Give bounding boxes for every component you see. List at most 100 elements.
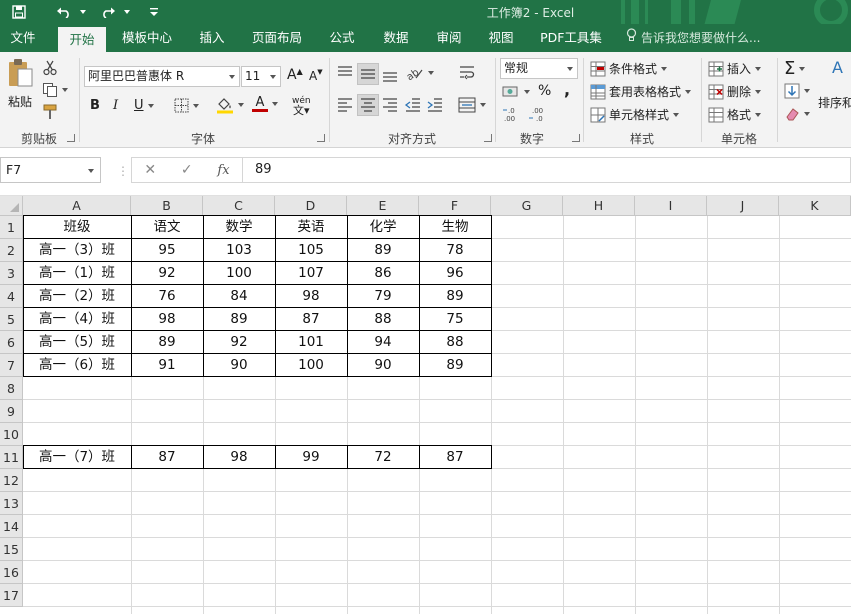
- row-header-7[interactable]: 7: [0, 354, 23, 377]
- font-name-select[interactable]: 阿里巴巴普惠体 R: [84, 66, 240, 87]
- cell[interactable]: 79: [347, 285, 419, 308]
- align-top-icon[interactable]: [336, 65, 354, 81]
- shrink-font-button[interactable]: A ▼: [309, 68, 323, 83]
- cell[interactable]: 高一（7）班: [23, 446, 131, 469]
- cell[interactable]: 101: [275, 331, 347, 354]
- clear-button[interactable]: [784, 106, 810, 122]
- cell[interactable]: 数学: [203, 216, 275, 239]
- cell[interactable]: 班级: [23, 216, 131, 239]
- cut-icon[interactable]: [42, 60, 58, 76]
- cell[interactable]: 100: [203, 262, 275, 285]
- cell[interactable]: 英语: [275, 216, 347, 239]
- row-header-5[interactable]: 5: [0, 308, 23, 331]
- cell[interactable]: 94: [347, 331, 419, 354]
- row-header-6[interactable]: 6: [0, 331, 23, 354]
- cell[interactable]: 107: [275, 262, 347, 285]
- percent-button[interactable]: %: [538, 83, 551, 99]
- cell[interactable]: 96: [419, 262, 491, 285]
- cell[interactable]: 84: [203, 285, 275, 308]
- format-painter-icon[interactable]: [42, 104, 58, 120]
- cell[interactable]: 103: [203, 239, 275, 262]
- format-as-table-button[interactable]: 套用表格格式: [590, 83, 692, 100]
- cancel-icon[interactable]: ✕: [144, 162, 156, 178]
- align-bottom-icon[interactable]: [381, 67, 399, 83]
- font-launcher[interactable]: [317, 134, 325, 142]
- cell[interactable]: 72: [347, 446, 419, 469]
- cell[interactable]: 88: [347, 308, 419, 331]
- delete-cells-button[interactable]: 删除: [708, 83, 762, 100]
- row-header-15[interactable]: 15: [0, 538, 23, 561]
- sort-filter-icon[interactable]: A: [832, 58, 843, 77]
- row-header-14[interactable]: 14: [0, 515, 23, 538]
- cell-styles-button[interactable]: 单元格样式: [590, 106, 680, 123]
- row-header-8[interactable]: 8: [0, 377, 23, 400]
- decrease-decimal-icon[interactable]: .00.0: [528, 106, 550, 122]
- column-header-i[interactable]: I: [635, 196, 707, 216]
- align-left-icon[interactable]: [336, 97, 354, 113]
- borders-button[interactable]: [174, 98, 199, 113]
- comma-button[interactable]: ,: [564, 80, 570, 99]
- cell[interactable]: 高一（6）班: [23, 354, 131, 377]
- cell[interactable]: 78: [419, 239, 491, 262]
- cell[interactable]: 98: [203, 446, 275, 469]
- tell-me-search[interactable]: 告诉我您想要做什么...: [626, 24, 760, 52]
- decrease-indent-icon[interactable]: [404, 97, 422, 113]
- tab-home[interactable]: 开始: [58, 27, 106, 52]
- cell[interactable]: 89: [419, 285, 491, 308]
- cell[interactable]: 89: [131, 331, 203, 354]
- tab-template-center[interactable]: 模板中心: [114, 24, 180, 52]
- enter-icon[interactable]: ✓: [181, 162, 193, 178]
- cell[interactable]: 76: [131, 285, 203, 308]
- merge-center-icon[interactable]: [458, 97, 486, 113]
- conditional-format-button[interactable]: 条件格式: [590, 60, 668, 77]
- paste-button[interactable]: 粘贴: [4, 58, 36, 114]
- column-header-g[interactable]: G: [491, 196, 563, 216]
- tab-review[interactable]: 审阅: [427, 24, 471, 52]
- row-header-4[interactable]: 4: [0, 285, 23, 308]
- name-box[interactable]: F7: [0, 157, 101, 183]
- cell[interactable]: 语文: [131, 216, 203, 239]
- accounting-format-icon[interactable]: [502, 84, 530, 100]
- font-size-select[interactable]: 11: [241, 66, 281, 87]
- cell[interactable]: 98: [275, 285, 347, 308]
- cell[interactable]: 化学: [347, 216, 419, 239]
- spreadsheet-grid[interactable]: A B C D E F G H I J K 1 2 3 4 5 6 7 8 9 10 11 12 13 14 15 16 17 班级 语文…: [0, 196, 851, 614]
- cell[interactable]: 高一（1）班: [23, 262, 131, 285]
- number-format-select[interactable]: 常规: [500, 58, 578, 79]
- cell[interactable]: 高一（5）班: [23, 331, 131, 354]
- font-color-button[interactable]: A: [252, 96, 278, 112]
- cell[interactable]: 高一（3）班: [23, 239, 131, 262]
- cell[interactable]: 高一（4）班: [23, 308, 131, 331]
- column-header-j[interactable]: J: [707, 196, 779, 216]
- cell[interactable]: 92: [203, 331, 275, 354]
- select-all-corner[interactable]: [0, 196, 23, 216]
- cell[interactable]: 91: [131, 354, 203, 377]
- tab-file[interactable]: 文件: [0, 24, 46, 52]
- align-right-icon[interactable]: [381, 97, 399, 113]
- row-header-2[interactable]: 2: [0, 239, 23, 262]
- orientation-icon[interactable]: ab: [404, 64, 434, 82]
- alignment-launcher[interactable]: [484, 134, 492, 142]
- row-header-12[interactable]: 12: [0, 469, 23, 492]
- increase-decimal-icon[interactable]: .0.00: [502, 106, 524, 122]
- cell[interactable]: 89: [347, 239, 419, 262]
- row-header-9[interactable]: 9: [0, 400, 23, 423]
- row-header-3[interactable]: 3: [0, 262, 23, 285]
- column-header-c[interactable]: C: [203, 196, 275, 216]
- cell[interactable]: 87: [275, 308, 347, 331]
- cell[interactable]: 89: [203, 308, 275, 331]
- column-header-h[interactable]: H: [563, 196, 635, 216]
- cell[interactable]: 87: [131, 446, 203, 469]
- column-header-f[interactable]: F: [419, 196, 491, 216]
- cell[interactable]: 75: [419, 308, 491, 331]
- cell[interactable]: 92: [131, 262, 203, 285]
- formula-input[interactable]: 89: [243, 157, 851, 183]
- tab-data[interactable]: 数据: [374, 24, 418, 52]
- format-cells-button[interactable]: 格式: [708, 106, 762, 123]
- column-header-e[interactable]: E: [347, 196, 419, 216]
- column-header-k[interactable]: K: [779, 196, 851, 216]
- cell[interactable]: 95: [131, 239, 203, 262]
- tab-view[interactable]: 视图: [479, 24, 523, 52]
- row-header-13[interactable]: 13: [0, 492, 23, 515]
- cell[interactable]: 98: [131, 308, 203, 331]
